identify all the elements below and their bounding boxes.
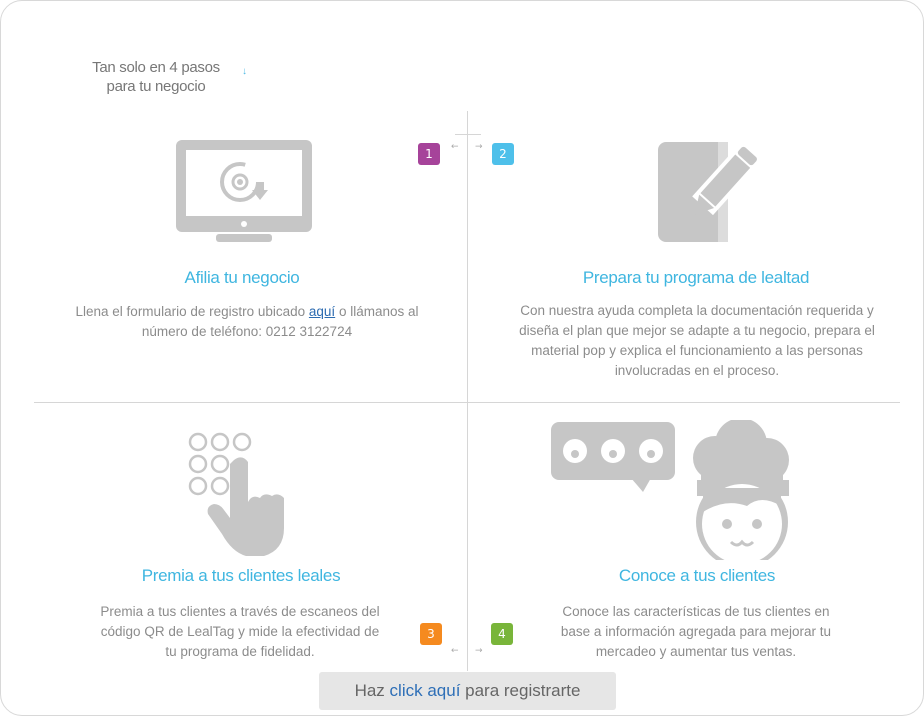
step-desc-1: Llena el formulario de registro ubicado …: [72, 302, 422, 342]
down-arrow-icon: ↓: [242, 66, 247, 77]
intro-heading: Tan solo en 4 pasos para tu negocio: [70, 58, 242, 96]
step-desc-4: Conoce las características de tus client…: [560, 604, 832, 659]
step-desc-1-before: Llena el formulario de registro ubicado: [75, 304, 309, 319]
chef-speech-icon: [551, 420, 789, 560]
step-title-3: Premia a tus clientes leales: [141, 566, 341, 585]
cta-text-after: para registrarte: [460, 681, 581, 700]
register-cta-button[interactable]: Haz click aquí para registrarte: [319, 672, 616, 710]
horizontal-divider: [34, 402, 900, 403]
step-title-4: Conoce a tus clientes: [618, 566, 776, 585]
vertical-divider: [467, 111, 468, 671]
cta-click-link[interactable]: click aquí: [390, 681, 461, 700]
step-desc-3: Premia a tus clientes a través de escane…: [100, 604, 380, 659]
cta-text-before: Haz: [354, 681, 390, 700]
arrow-right-icon: →: [475, 142, 483, 152]
step-badge-4: 4: [491, 623, 513, 645]
step-badge-3: 3: [420, 623, 442, 645]
top-tick-divider: [455, 134, 481, 135]
intro-line-2: para tu negocio: [106, 78, 206, 95]
book-pencil-icon: [658, 142, 757, 242]
step-badge-1: 1: [418, 143, 440, 165]
step-title-1: Afilia tu negocio: [184, 268, 300, 287]
arrow-left-icon: ←: [451, 646, 459, 656]
register-link[interactable]: aquí: [309, 304, 335, 319]
step-title-2: Prepara tu programa de lealtad: [582, 268, 810, 287]
arrow-right-icon: →: [475, 646, 483, 656]
step-badge-2: 2: [492, 143, 514, 165]
arrow-left-icon: ←: [451, 142, 459, 152]
monitor-refresh-icon: [176, 140, 312, 242]
hand-keypad-icon: [188, 432, 284, 556]
intro-line-1: Tan solo en 4 pasos: [92, 59, 220, 76]
step-desc-2: Con nuestra ayuda completa la documentac…: [519, 303, 875, 378]
